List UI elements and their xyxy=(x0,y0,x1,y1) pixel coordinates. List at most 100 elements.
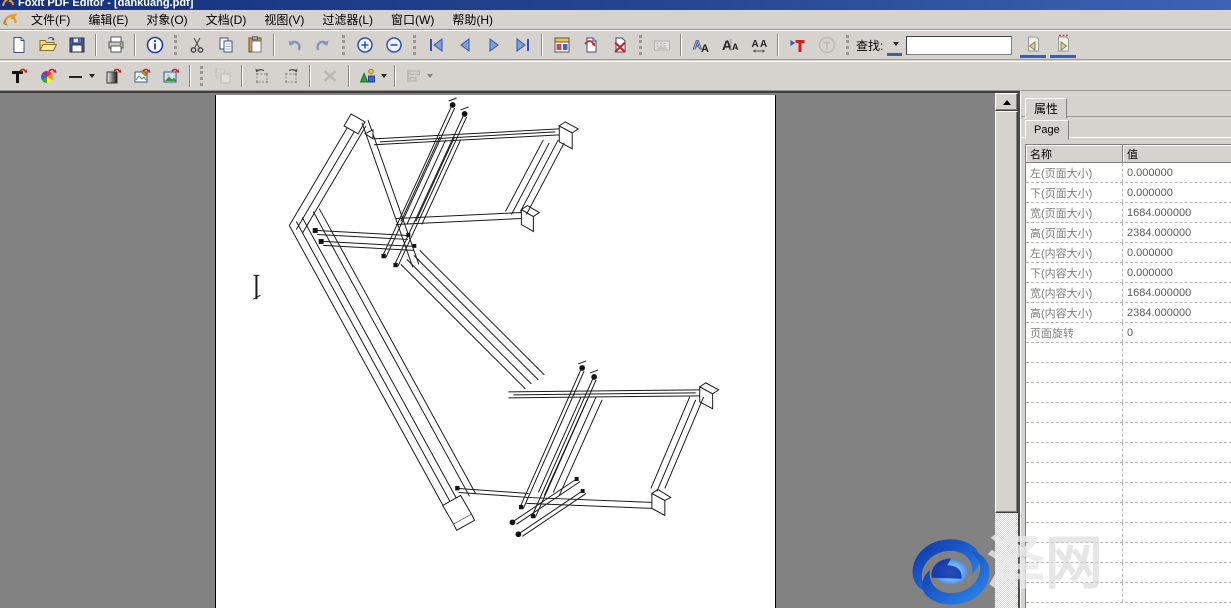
replace-font-icon: AA xyxy=(691,35,711,55)
toolbar-separator xyxy=(680,34,682,56)
property-row[interactable]: 页面旋转0 xyxy=(1026,323,1231,343)
last-page-icon xyxy=(513,35,533,55)
menu-item-window[interactable]: 窗口(W) xyxy=(382,10,443,29)
find-backward-icon xyxy=(1023,34,1043,54)
toolbar-separator xyxy=(348,65,350,87)
delete-page-button[interactable] xyxy=(606,33,633,58)
property-row[interactable]: 宽(内容大小)1684.000000 xyxy=(1026,283,1231,303)
char-spacing-button[interactable]: AA xyxy=(745,33,772,58)
property-row[interactable]: 下(内容大小)0.000000 xyxy=(1026,263,1231,283)
insert-shape-tool-button[interactable] xyxy=(355,64,389,89)
property-name-cell: 高(页面大小) xyxy=(1026,223,1123,242)
insert-text-button[interactable] xyxy=(784,33,811,58)
zoom-in-button[interactable] xyxy=(351,33,378,58)
clone-object-icon xyxy=(213,66,233,86)
print-button[interactable] xyxy=(102,33,129,58)
edit-image-tool-button[interactable] xyxy=(128,64,155,89)
toolbar-grip xyxy=(846,35,849,55)
up-arrow-icon xyxy=(1003,100,1011,105)
property-row[interactable]: 下(页面大小)0.000000 xyxy=(1026,183,1231,203)
property-name-cell: 下(页面大小) xyxy=(1026,183,1123,202)
property-name-cell: 宽(内容大小) xyxy=(1026,283,1123,302)
previous-page-button[interactable] xyxy=(451,33,478,58)
scroll-up-button[interactable] xyxy=(995,93,1018,111)
find-label: 查找: xyxy=(856,37,883,54)
find-input[interactable] xyxy=(906,36,1012,55)
rotate-object-right-button[interactable] xyxy=(277,64,304,89)
toolbar-grip xyxy=(639,35,642,55)
clone-object-button xyxy=(209,64,236,89)
import-page-button[interactable] xyxy=(577,33,604,58)
last-page-button[interactable] xyxy=(509,33,536,58)
open-document-button[interactable] xyxy=(34,33,61,58)
property-row-empty xyxy=(1026,463,1231,483)
shading-tool-button[interactable] xyxy=(99,64,126,89)
first-page-icon xyxy=(426,35,446,55)
menu-item-edit[interactable]: 编辑(E) xyxy=(79,10,137,29)
menu-item-document[interactable]: 文档(D) xyxy=(197,10,256,29)
scrollbar-thumb[interactable] xyxy=(995,111,1018,513)
object-edit-toolbar xyxy=(0,61,1231,91)
undo-icon xyxy=(284,35,304,55)
property-value-cell xyxy=(1123,363,1231,382)
replace-font-button[interactable]: AA xyxy=(687,33,714,58)
edit-text-tool-icon xyxy=(9,66,29,86)
toolbar-grip xyxy=(413,35,416,55)
property-row[interactable]: 宽(页面大小)1684.000000 xyxy=(1026,203,1231,223)
property-row[interactable]: 高(内容大小)2384.000000 xyxy=(1026,303,1231,323)
property-row-empty xyxy=(1026,383,1231,403)
property-name-cell xyxy=(1026,343,1123,362)
copy-button[interactable] xyxy=(212,33,239,58)
line-style-tool-icon xyxy=(66,66,86,86)
new-document-button[interactable] xyxy=(5,33,32,58)
save-document-button[interactable] xyxy=(63,33,90,58)
line-style-tool-button[interactable] xyxy=(63,64,97,89)
edit-text-tool-button[interactable] xyxy=(5,64,32,89)
menu-item-object[interactable]: 对象(O) xyxy=(137,10,196,29)
rotate-object-left-button[interactable] xyxy=(248,64,275,89)
property-row[interactable]: 左(内容大小)0.000000 xyxy=(1026,243,1231,263)
property-value-cell: 2384.000000 xyxy=(1123,223,1231,242)
app-icon xyxy=(2,0,14,8)
toolbar-separator xyxy=(273,34,275,56)
paste-button[interactable] xyxy=(241,33,268,58)
find-forward-button[interactable] xyxy=(1050,33,1076,58)
find-history-dropdown[interactable] xyxy=(887,34,902,56)
properties-panel: 属性 Page 名称 值 左(页面大小)0.000000下(页面大小)0.000… xyxy=(1021,91,1231,608)
paste-icon xyxy=(245,35,265,55)
first-page-button[interactable] xyxy=(422,33,449,58)
menu-item-filter[interactable]: 过滤器(L) xyxy=(313,10,382,29)
document-canvas[interactable] xyxy=(0,91,1018,608)
next-page-button[interactable] xyxy=(480,33,507,58)
vertical-scrollbar[interactable] xyxy=(995,93,1018,608)
property-row[interactable]: 高(页面大小)2384.000000 xyxy=(1026,223,1231,243)
svg-text:A: A xyxy=(760,39,767,50)
zoom-out-button[interactable] xyxy=(380,33,407,58)
cut-icon xyxy=(187,35,207,55)
insert-image-tool-button[interactable] xyxy=(157,64,184,89)
document-info-button[interactable] xyxy=(141,33,168,58)
find-backward-button[interactable] xyxy=(1020,33,1046,58)
toolbar-grip xyxy=(174,35,177,55)
menu-item-file[interactable]: 文件(F) xyxy=(22,10,79,29)
font-size-button[interactable]: AA xyxy=(716,33,743,58)
menu-bar: 文件(F)编辑(E)对象(O)文档(D)视图(V)过滤器(L)窗口(W)帮助(H… xyxy=(0,10,1231,30)
pdf-page[interactable] xyxy=(215,95,776,608)
menu-item-help[interactable]: 帮助(H) xyxy=(443,10,502,29)
edit-color-tool-button[interactable] xyxy=(34,64,61,89)
properties-table-header: 名称 值 xyxy=(1026,145,1231,163)
property-name-cell xyxy=(1026,463,1123,482)
property-name-cell: 左(页面大小) xyxy=(1026,163,1123,182)
edit-color-tool-icon xyxy=(38,66,58,86)
redo-button[interactable] xyxy=(309,33,336,58)
undo-button[interactable] xyxy=(280,33,307,58)
property-row[interactable]: 左(页面大小)0.000000 xyxy=(1026,163,1231,183)
page-thumbnails-icon xyxy=(552,35,572,55)
scrollbar-track[interactable] xyxy=(995,513,1018,608)
menu-item-view[interactable]: 视图(V) xyxy=(255,10,313,29)
svg-text:A: A xyxy=(732,42,739,52)
page-thumbnails-button[interactable] xyxy=(548,33,575,58)
cut-button[interactable] xyxy=(183,33,210,58)
tab-page[interactable]: Page xyxy=(1025,120,1069,140)
property-value-cell xyxy=(1123,543,1231,562)
